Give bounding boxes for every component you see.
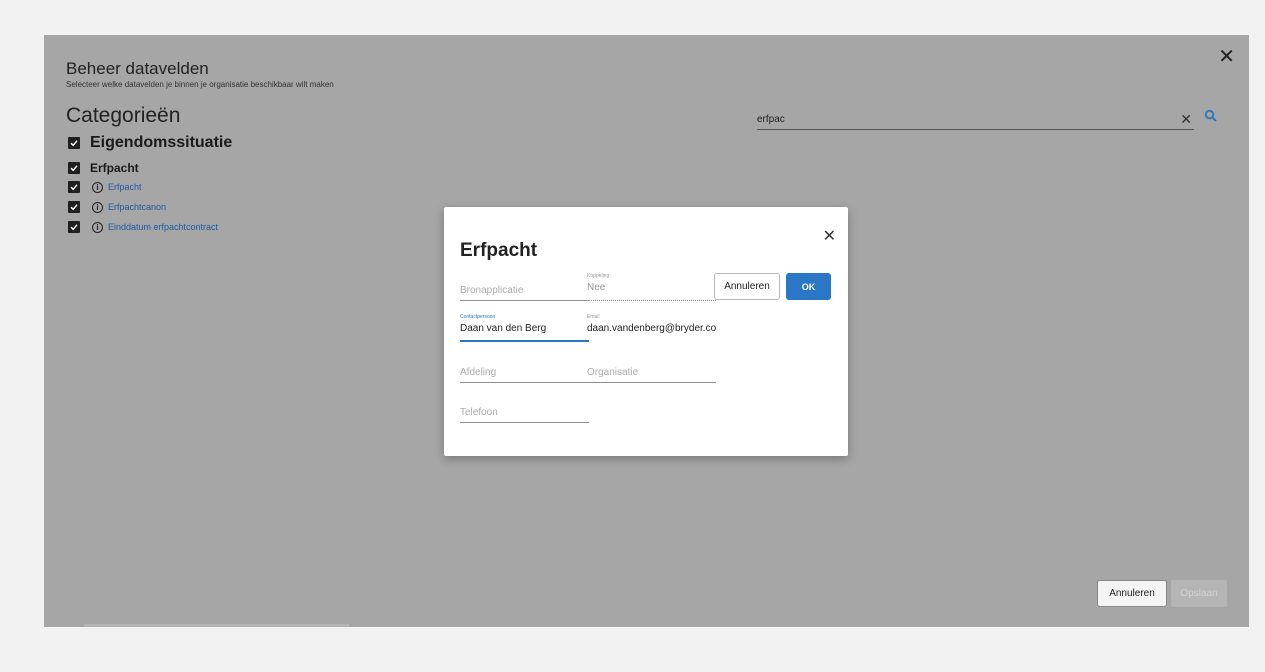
page-subtitle: Selecteer welke datavelden je binnen je … (66, 80, 334, 89)
koppeling-field: Koppeling Nee (587, 273, 716, 301)
koppeling-label: Koppeling (587, 273, 610, 279)
field-link-erfpacht[interactable]: Erfpacht (108, 182, 142, 192)
contactpersoon-field[interactable]: Contactpersoon Daan van den Berg (460, 314, 589, 342)
field-link-erfpachtcanon[interactable]: Erfpachtcanon (108, 202, 166, 212)
dialog-title: Erfpacht (460, 240, 538, 261)
field-underline (460, 300, 589, 301)
telefoon-field[interactable]: Telefoon (460, 395, 589, 423)
telefoon-placeholder: Telefoon (460, 407, 498, 418)
email-field[interactable]: Email daan.vandenberg@bryder.com (587, 314, 716, 342)
check-icon (70, 140, 78, 147)
info-icon[interactable]: i (92, 201, 103, 213)
subgroup-label: Erfpacht (90, 161, 139, 175)
info-icon[interactable]: i (92, 181, 103, 193)
checkbox-erfpachtcanon[interactable] (68, 201, 80, 213)
group-label: Eigendomssituatie (90, 134, 233, 151)
search-icon[interactable] (1204, 109, 1218, 123)
bronapplicatie-placeholder: Bronapplicatie (460, 285, 524, 296)
field-underline (587, 300, 716, 301)
search-input[interactable] (757, 112, 1167, 127)
cancel-button[interactable]: Annuleren (1097, 580, 1167, 607)
afdeling-field[interactable]: Afdeling (460, 355, 589, 383)
checkbox-eigendomssituatie[interactable] (68, 137, 80, 149)
group-eigendomssituatie: Eigendomssituatie (68, 134, 232, 152)
close-icon[interactable]: ✕ (823, 229, 836, 245)
checkbox-erfpacht[interactable] (68, 181, 80, 193)
email-label: Email (587, 314, 600, 320)
bronapplicatie-field[interactable]: Bronapplicatie (460, 273, 589, 301)
field-underline (460, 422, 589, 423)
dialog-cancel-button[interactable]: Annuleren (714, 273, 780, 300)
check-icon (70, 224, 78, 231)
divider (84, 624, 349, 627)
dialog-ok-button[interactable]: OK (786, 273, 831, 300)
page-title: Beheer datavelden (66, 59, 209, 78)
contactpersoon-value[interactable]: Daan van den Berg (460, 323, 589, 334)
organisatie-placeholder: Organisatie (587, 367, 639, 378)
checkbox-erfpacht-group[interactable] (68, 162, 80, 174)
categories-title: Categorieën (66, 104, 181, 127)
field-link-einddatum-erfpachtcontract[interactable]: Einddatum erfpachtcontract (108, 222, 218, 232)
subgroup-erfpacht: Erfpacht (68, 161, 139, 175)
field-underline (460, 382, 589, 383)
check-icon (70, 165, 78, 172)
email-value[interactable]: daan.vandenberg@bryder.com (587, 323, 716, 334)
list-item: i Erfpachtcanon (68, 201, 166, 213)
info-icon[interactable]: i (92, 221, 103, 233)
contactpersoon-label: Contactpersoon (460, 314, 496, 320)
check-icon (70, 204, 78, 211)
organisatie-field[interactable]: Organisatie (587, 355, 716, 383)
afdeling-placeholder: Afdeling (460, 367, 497, 378)
clear-icon[interactable]: ✕ (1180, 112, 1192, 126)
field-underline (587, 382, 716, 383)
list-item: i Erfpacht (68, 181, 142, 193)
checkbox-einddatum[interactable] (68, 221, 80, 233)
field-underline (460, 340, 589, 342)
save-button[interactable]: Opslaan (1171, 580, 1227, 607)
list-item: i Einddatum erfpachtcontract (68, 221, 218, 233)
check-icon (70, 184, 78, 191)
close-icon[interactable]: ✕ (1218, 47, 1235, 67)
erfpacht-dialog: ✕ Erfpacht Bronapplicatie Koppeling Nee … (444, 207, 848, 456)
search-field: ✕ (757, 110, 1194, 130)
koppeling-value: Nee (587, 282, 606, 293)
